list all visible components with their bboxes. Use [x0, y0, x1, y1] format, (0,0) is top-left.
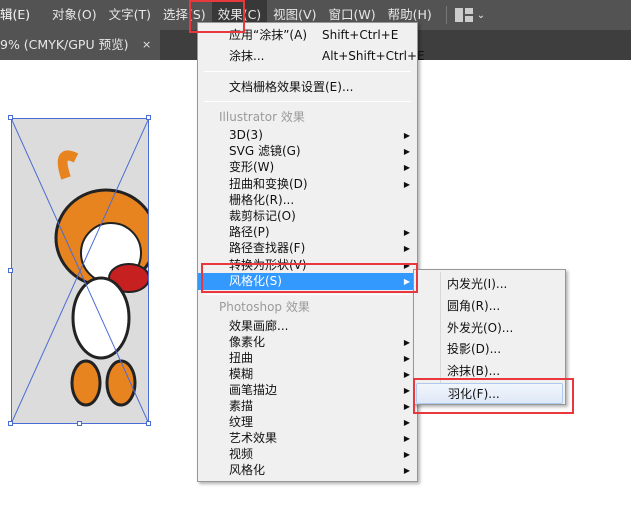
menu-item[interactable]: 变形(W) ▶	[198, 159, 417, 176]
menu-item[interactable]: 画笔描边 ▶	[198, 382, 417, 399]
mascot-image[interactable]	[11, 118, 149, 424]
menu-item-label: 变形(W)	[229, 160, 275, 175]
menu-item-last-effect[interactable]: 涂抹... Alt+Shift+Ctrl+E	[198, 48, 425, 65]
menu-item-label: 像素化	[229, 335, 266, 349]
menu-item-label: 扭曲	[229, 351, 254, 365]
menu-item[interactable]: 效果画廊...	[198, 318, 417, 335]
document-tab[interactable]: 9% (CMYK/GPU 预览) ×	[0, 30, 160, 60]
workspace-layout-icon[interactable]: ⌄	[454, 8, 486, 22]
section-header: Illustrator 效果	[198, 109, 417, 126]
shortcut-label: Alt+Shift+Ctrl+E	[322, 49, 425, 63]
menu-item[interactable]: 路径(P) ▶	[198, 224, 417, 241]
effect-menu: 应用“涂抹”(A) Shift+Ctrl+E 涂抹... Alt+Shift+Ctrl…	[197, 22, 425, 482]
menu-item-label: 风格化	[229, 463, 266, 477]
menu-item[interactable]: 风格化 ▶	[198, 462, 417, 479]
menu-item[interactable]: 扭曲和变换(D) ▶	[198, 176, 417, 193]
close-icon[interactable]: ×	[142, 30, 151, 60]
submenu-item[interactable]: 圆角(R)...	[416, 296, 563, 317]
selection-handle[interactable]	[146, 115, 151, 120]
menu-item-label: Photoshop 效果	[219, 300, 310, 314]
menu-item-label: 涂抹...	[229, 49, 265, 63]
menu-item-label: 文档栅格效果设置(E)...	[229, 80, 354, 94]
selection-handle[interactable]	[8, 115, 13, 120]
document-tab-title: 9% (CMYK/GPU 预览)	[0, 37, 129, 52]
submenu-arrow-icon: ▶	[403, 244, 410, 254]
menu-item-label: 3D(3)	[229, 128, 263, 142]
menu-item[interactable]: 素描 ▶	[198, 398, 417, 415]
menu-edit[interactable]: 编辑(E) 辑(E)	[0, 0, 46, 30]
menu-object[interactable]: 对象(O)	[46, 0, 103, 30]
menu-item-label: 素描	[229, 399, 254, 413]
chevron-down-icon: ⌄	[476, 9, 486, 21]
annotation-box	[413, 378, 574, 414]
menu-separator	[204, 71, 411, 72]
submenu-arrow-icon: ▶	[403, 354, 410, 363]
menu-item-document-raster-settings[interactable]: 文档栅格效果设置(E)...	[198, 79, 417, 96]
section-header: Photoshop 效果	[198, 299, 417, 316]
menu-item[interactable]: 视频 ▶	[198, 446, 417, 463]
menu-separator	[204, 101, 411, 102]
menu-item-label: 扭曲和变换(D)	[229, 176, 308, 191]
submenu-arrow-icon: ▶	[403, 163, 410, 173]
menu-edit-visible-label: 辑(E)	[0, 7, 31, 22]
menu-item-label: 模糊	[229, 367, 254, 381]
menu-separator	[204, 294, 411, 295]
menu-item[interactable]: 路径查找器(F) ▶	[198, 240, 417, 257]
menu-item-label: 路径查找器(F)	[229, 241, 306, 256]
menu-item-label: 艺术效果	[229, 431, 278, 445]
divider	[445, 6, 447, 24]
submenu-item[interactable]: 外发光(O)...	[416, 318, 563, 339]
submenu-arrow-icon: ▶	[403, 131, 410, 140]
menu-item-label: 效果画廊...	[229, 319, 289, 333]
selection-handle[interactable]	[146, 421, 151, 426]
shortcut-label: Shift+Ctrl+E	[322, 28, 399, 42]
selection-handle[interactable]	[8, 268, 13, 273]
menu-item-label: 纹理	[229, 415, 254, 429]
menu-item[interactable]: 裁剪标记(O)	[198, 208, 417, 225]
submenu-arrow-icon: ▶	[403, 338, 410, 347]
menu-item[interactable]: 纹理 ▶	[198, 414, 417, 431]
menu-item-label: SVG 滤镜(G)	[229, 144, 301, 159]
menu-type[interactable]: 文字(T)	[103, 0, 157, 30]
submenu-arrow-icon: ▶	[403, 386, 410, 395]
submenu-arrow-icon: ▶	[403, 418, 410, 427]
submenu-arrow-icon: ▶	[403, 228, 410, 238]
selection-handle[interactable]	[77, 421, 82, 426]
submenu-arrow-icon: ▶	[403, 434, 410, 443]
annotation-box	[189, 0, 245, 33]
menu-item[interactable]: 模糊 ▶	[198, 366, 417, 383]
submenu-item[interactable]: 内发光(I)...	[416, 274, 563, 295]
submenu-arrow-icon: ▶	[403, 466, 410, 475]
menu-item-label: 画笔描边	[229, 383, 278, 397]
submenu-arrow-icon: ▶	[403, 147, 410, 157]
menu-item[interactable]: SVG 滤镜(G) ▶	[198, 143, 417, 160]
submenu-arrow-icon: ▶	[403, 402, 410, 411]
annotation-box	[201, 263, 418, 293]
menu-item[interactable]: 栅格化(R)...	[198, 192, 417, 209]
menu-item[interactable]: 3D(3) ▶	[198, 127, 417, 144]
menu-item-label: 路径(P)	[229, 225, 270, 240]
submenu-arrow-icon: ▶	[403, 450, 410, 459]
menu-item-label: 裁剪标记(O)	[229, 209, 296, 223]
menu-item[interactable]: 扭曲 ▶	[198, 350, 417, 367]
menu-item-label: 视频	[229, 447, 254, 461]
submenu-arrow-icon: ▶	[403, 370, 410, 379]
submenu-arrow-icon: ▶	[403, 179, 410, 189]
menu-item-label: 栅格化(R)...	[229, 192, 295, 207]
selection-handle[interactable]	[8, 421, 13, 426]
submenu-item[interactable]: 投影(D)...	[416, 339, 563, 360]
menu-item[interactable]: 像素化 ▶	[198, 334, 417, 351]
menu-item-label: Illustrator 效果	[219, 110, 305, 124]
mascot-illustration	[11, 118, 149, 424]
menu-item[interactable]: 艺术效果 ▶	[198, 430, 417, 447]
